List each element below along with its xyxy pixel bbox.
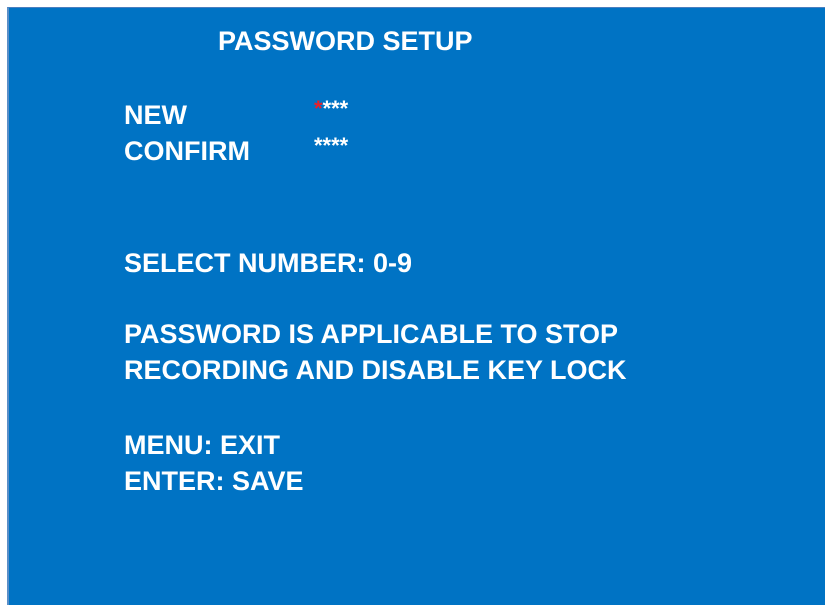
password-setup-screen: PASSWORD SETUP NEW **** CONFIRM **** SEL… [7, 7, 825, 605]
select-number-hint: SELECT NUMBER: 0-9 [124, 248, 413, 278]
input-cursor-char: * [314, 96, 323, 121]
enter-save-hint: ENTER: SAVE [124, 466, 304, 496]
confirm-password-field[interactable]: **** [314, 133, 348, 159]
menu-exit-hint: MENU: EXIT [124, 430, 281, 460]
password-note-line-2: RECORDING AND DISABLE KEY LOCK [124, 355, 627, 385]
confirm-password-label: CONFIRM [124, 136, 250, 166]
page-title: PASSWORD SETUP [218, 26, 473, 56]
new-password-label: NEW [124, 100, 187, 130]
new-password-masked-digits: *** [322, 96, 349, 121]
password-note-line-1: PASSWORD IS APPLICABLE TO STOP [124, 319, 619, 349]
new-password-field[interactable]: **** [314, 96, 348, 122]
